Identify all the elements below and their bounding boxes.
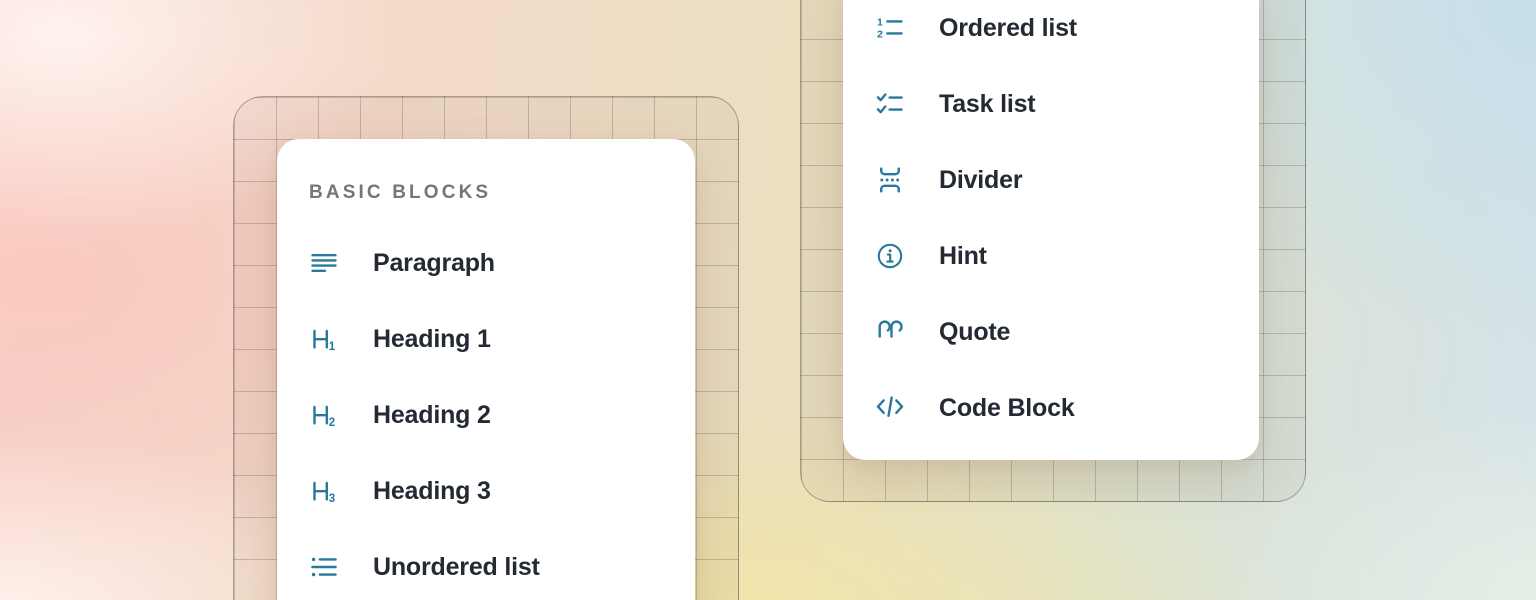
section-label: BASIC BLOCKS [277,175,695,211]
menu-item-hint[interactable]: Hint [843,218,1259,294]
menu-item-label: Hint [939,242,987,271]
svg-text:2: 2 [329,417,335,429]
menu-item-task-list[interactable]: Task list [843,66,1259,142]
menu-item-paragraph[interactable]: Paragraph [277,225,695,301]
block-menu-hero: BASIC BLOCKS Paragraph 1 Heading 1 2 Hea… [0,0,1536,600]
menu-item-heading-2[interactable]: 2 Heading 2 [277,377,695,453]
menu-item-label: Heading 2 [373,401,491,430]
menu-item-divider[interactable]: Divider [843,142,1259,218]
menu-item-label: Ordered list [939,14,1077,43]
task-list-icon [875,89,905,119]
menu-item-heading-1[interactable]: 1 Heading 1 [277,301,695,377]
menu-item-unordered-list[interactable]: Unordered list [277,529,695,600]
svg-text:1: 1 [877,16,883,28]
svg-text:2: 2 [877,28,883,40]
basic-blocks-list: Paragraph 1 Heading 1 2 Heading 2 3 Head… [277,225,695,600]
menu-item-heading-3[interactable]: 3 Heading 3 [277,453,695,529]
menu-item-label: Unordered list [373,553,540,582]
basic-blocks-menu: BASIC BLOCKS Paragraph 1 Heading 1 2 Hea… [277,139,695,600]
unordered-list-icon [309,552,339,582]
blocks-menu-continued: 1 2 Ordered list Task list [843,0,1259,460]
hint-icon [875,241,905,271]
heading-3-icon: 3 [309,476,339,506]
svg-text:1: 1 [329,341,336,353]
menu-item-label: Paragraph [373,249,495,278]
svg-text:3: 3 [329,493,335,505]
divider-icon [875,165,905,195]
code-block-icon [875,393,905,423]
menu-item-label: Code Block [939,394,1075,423]
menu-item-label: Heading 1 [373,325,491,354]
menu-item-code-block[interactable]: Code Block [843,370,1259,446]
menu-item-label: Heading 3 [373,477,491,506]
menu-item-quote[interactable]: Quote [843,294,1259,370]
heading-1-icon: 1 [309,324,339,354]
menu-item-label: Quote [939,318,1010,347]
menu-item-label: Divider [939,166,1022,195]
ordered-list-icon: 1 2 [875,13,905,43]
menu-item-label: Task list [939,90,1035,119]
paragraph-icon [309,248,339,278]
blocks-list: 1 2 Ordered list Task list [843,0,1259,446]
menu-item-ordered-list[interactable]: 1 2 Ordered list [843,0,1259,66]
quote-icon [875,317,905,347]
heading-2-icon: 2 [309,400,339,430]
